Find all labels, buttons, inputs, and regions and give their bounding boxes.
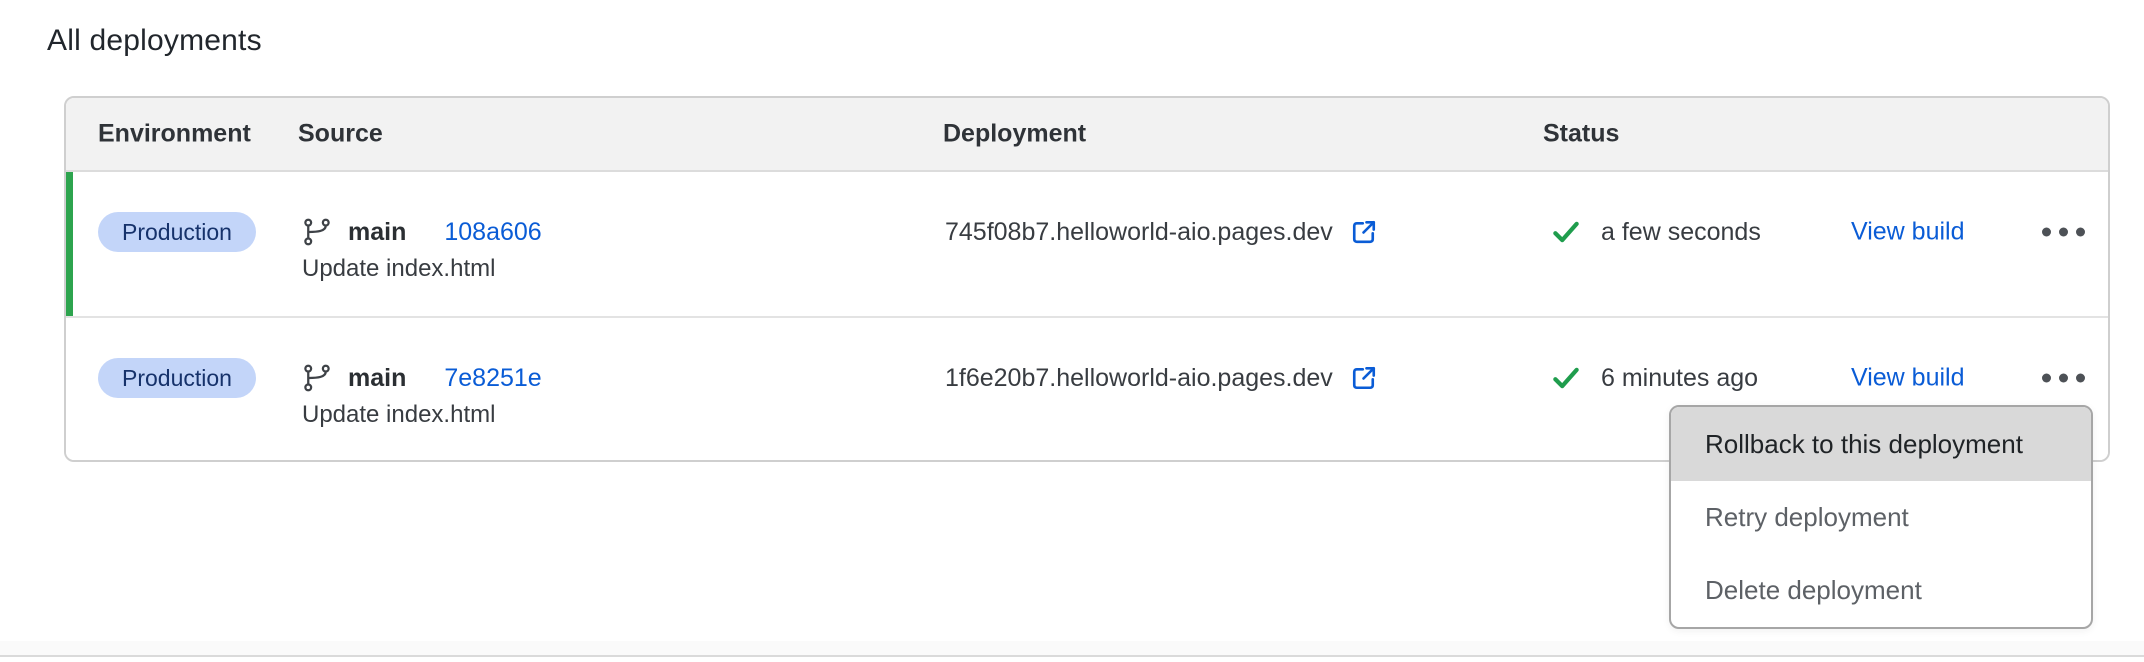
commit-message: Update index.html xyxy=(302,255,495,283)
menu-item-delete[interactable]: Delete deployment xyxy=(1671,554,2091,627)
column-header-deployment: Deployment xyxy=(943,120,1086,149)
deployment-cell: 745f08b7.helloworld-aio.pages.dev xyxy=(945,217,1379,247)
environment-badge: Production xyxy=(98,358,256,398)
column-header-environment: Environment xyxy=(98,120,251,149)
deployment-context-menu: Rollback to this deployment Retry deploy… xyxy=(1669,405,2093,629)
commit-message: Update index.html xyxy=(302,401,495,429)
external-link-icon[interactable] xyxy=(1349,363,1379,393)
source-cell: main 108a606 xyxy=(302,217,542,247)
commit-link[interactable]: 108a606 xyxy=(444,218,541,247)
ellipsis-icon xyxy=(2042,374,2051,383)
deployment-url: 745f08b7.helloworld-aio.pages.dev xyxy=(945,218,1333,247)
menu-item-rollback[interactable]: Rollback to this deployment xyxy=(1671,407,2091,481)
status-cell: 6 minutes ago xyxy=(1549,363,1758,393)
column-header-source: Source xyxy=(298,120,383,149)
branch-name: main xyxy=(348,218,406,247)
view-build-link[interactable]: View build xyxy=(1851,218,1965,247)
branch-name: main xyxy=(348,364,406,393)
menu-item-retry[interactable]: Retry deployment xyxy=(1671,481,2091,554)
git-branch-icon xyxy=(302,217,332,247)
page-title: All deployments xyxy=(47,24,262,58)
table-row: Production main 108a606 Update index.htm… xyxy=(66,172,2108,318)
check-icon xyxy=(1549,363,1583,393)
status-cell: a few seconds xyxy=(1549,217,1761,247)
commit-link[interactable]: 7e8251e xyxy=(444,364,541,393)
current-deployment-indicator xyxy=(66,172,73,316)
git-branch-icon xyxy=(302,363,332,393)
page-bottom-band xyxy=(0,641,2144,655)
view-build-link[interactable]: View build xyxy=(1851,364,1965,393)
deployment-url: 1f6e20b7.helloworld-aio.pages.dev xyxy=(945,364,1333,393)
column-header-status: Status xyxy=(1543,120,1619,149)
external-link-icon[interactable] xyxy=(1349,217,1379,247)
source-cell: main 7e8251e xyxy=(302,363,542,393)
environment-badge: Production xyxy=(98,212,256,252)
row-menu-button[interactable] xyxy=(2034,218,2093,247)
row-menu-button[interactable] xyxy=(2034,364,2093,393)
status-time: a few seconds xyxy=(1601,218,1761,247)
deployment-cell: 1f6e20b7.helloworld-aio.pages.dev xyxy=(945,363,1379,393)
table-header-row: Environment Source Deployment Status xyxy=(66,98,2108,172)
status-time: 6 minutes ago xyxy=(1601,364,1758,393)
page-bottom-divider xyxy=(0,655,2144,657)
check-icon xyxy=(1549,217,1583,247)
ellipsis-icon xyxy=(2042,228,2051,237)
